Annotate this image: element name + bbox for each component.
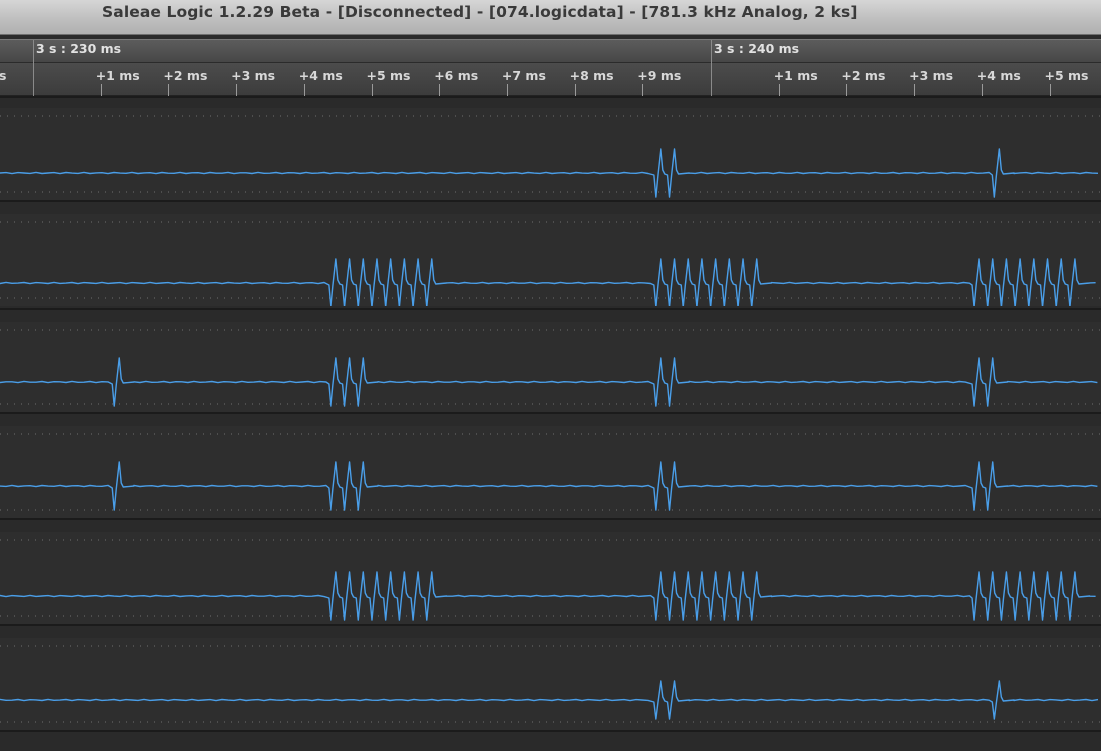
analog-channel-2[interactable]	[0, 322, 1101, 412]
tick-mark	[439, 84, 441, 96]
channel-waveform-plot	[0, 115, 1101, 198]
tick-mark	[846, 84, 848, 96]
major-division-line	[33, 40, 34, 64]
waveform-trace	[0, 461, 1098, 511]
tick-mark	[981, 84, 983, 96]
window-title: Saleae Logic 1.2.29 Beta - [Disconnected…	[102, 3, 858, 21]
tick-mark	[303, 84, 305, 96]
tick-mark	[168, 84, 170, 96]
channel-waveform-plot	[0, 433, 1101, 511]
tick-mark	[574, 84, 576, 96]
minor-division-line	[711, 63, 712, 96]
tick-label: +2 ms	[841, 68, 886, 83]
analog-channel-3[interactable]	[0, 426, 1101, 518]
tick-label: +6 ms	[434, 68, 479, 83]
channel-separator	[0, 412, 1101, 414]
channel-separator	[0, 96, 1101, 98]
channel-waveform-plot	[0, 645, 1101, 723]
tick-label: +5 ms	[1044, 68, 1089, 83]
channel-separator	[0, 624, 1101, 626]
edge-time-label: s	[0, 68, 7, 83]
waveform-trace	[0, 258, 1096, 306]
tick-label: +4 ms	[298, 68, 343, 83]
channel-area[interactable]	[0, 96, 1101, 751]
analog-channel-0[interactable]	[0, 108, 1101, 200]
channel-separator	[0, 200, 1101, 202]
channel-waveform-plot	[0, 221, 1101, 306]
tick-label: +2 ms	[163, 68, 208, 83]
timeline-minor-ruler[interactable]: s +1 ms +2 ms +3 ms +4 ms +5 ms +6 ms +7 ms +8 m…	[0, 63, 1101, 96]
tick-label: +1 ms	[773, 68, 818, 83]
tick-label: +8 ms	[569, 68, 614, 83]
minor-division-line	[33, 63, 34, 96]
tick-mark	[236, 84, 238, 96]
tick-mark	[506, 84, 508, 96]
tick-label: +1 ms	[95, 68, 140, 83]
analog-channel-5[interactable]	[0, 638, 1101, 730]
tick-label: +5 ms	[366, 68, 411, 83]
tick-mark	[100, 84, 102, 96]
waveform-trace	[0, 571, 1096, 621]
tick-mark	[914, 84, 916, 96]
major-time-label: 3 s : 230 ms	[36, 41, 122, 56]
tick-mark	[371, 84, 373, 96]
timeline-major-ruler[interactable]: 3 s : 230 ms 3 s : 240 ms	[0, 39, 1101, 64]
channel-waveform-plot	[0, 539, 1101, 621]
tick-label: +7 ms	[501, 68, 546, 83]
analog-channel-1[interactable]	[0, 214, 1101, 306]
channel-separator	[0, 730, 1101, 732]
channel-waveform-plot	[0, 329, 1101, 407]
tick-label: +9 ms	[637, 68, 682, 83]
channel-separator	[0, 518, 1101, 520]
tick-mark	[1049, 84, 1051, 96]
title-bar: Saleae Logic 1.2.29 Beta - [Disconnected…	[0, 0, 1101, 35]
tick-mark	[642, 84, 644, 96]
analog-channel-4[interactable]	[0, 532, 1101, 624]
tick-label: +3 ms	[909, 68, 954, 83]
channel-separator	[0, 308, 1101, 310]
tick-label: +4 ms	[976, 68, 1021, 83]
major-time-label: 3 s : 240 ms	[714, 41, 800, 56]
tick-label: +3 ms	[231, 68, 276, 83]
waveform-trace	[0, 680, 1099, 720]
major-division-line	[711, 40, 712, 64]
tick-mark	[778, 84, 780, 96]
waveform-trace	[0, 148, 1099, 198]
waveform-trace	[0, 357, 1098, 407]
